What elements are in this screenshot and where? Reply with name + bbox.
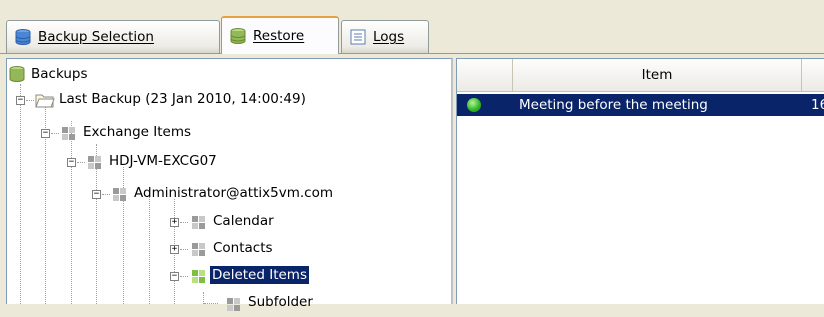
backup-tree[interactable]: Backups − Last Backup (23 Jan 2010, 14:0… [6, 58, 453, 311]
tab-strip: Backup Selection Restore Logs [0, 0, 824, 57]
column-header-status[interactable] [457, 59, 513, 92]
tree-item-backups[interactable]: Backups [29, 63, 90, 85]
collapse-icon[interactable]: − [92, 190, 101, 199]
tree-connector [102, 194, 110, 195]
tree-connector [26, 100, 34, 101]
green-status-icon [467, 98, 481, 112]
collapse-icon[interactable]: − [67, 158, 76, 167]
tree-connector [149, 189, 150, 304]
tree-connector [20, 84, 21, 304]
collapse-icon[interactable]: − [170, 272, 179, 281]
tree-connector [71, 121, 72, 304]
tree-label: Last Backup (23 Jan 2010, 14:00:49) [59, 91, 306, 107]
tree-connector [77, 162, 85, 163]
tab-logs[interactable]: Logs [341, 20, 429, 53]
tree-label: Subfolder [248, 294, 313, 310]
subfolder-icon [225, 295, 243, 313]
database-icon [14, 28, 32, 46]
tree-connector [180, 276, 188, 277]
tree-item-server[interactable]: HDJ-VM-EXCG07 [107, 150, 219, 172]
expand-icon[interactable]: + [170, 245, 179, 254]
tab-restore[interactable]: Restore [221, 16, 339, 54]
tree-label: Contacts [213, 240, 273, 256]
expand-icon[interactable]: + [170, 218, 179, 227]
calendar-folder-icon [190, 213, 208, 231]
item-cell: Meeting before the meeting [519, 97, 708, 113]
tree-label: Backups [31, 66, 88, 82]
column-header-item[interactable]: Item [513, 59, 802, 92]
folder-icon [35, 91, 55, 109]
tree-connector [180, 249, 188, 250]
log-document-icon [349, 28, 367, 46]
deleted-items-folder-icon [190, 267, 208, 285]
tree-item-calendar[interactable]: Calendar [211, 210, 276, 232]
tree-label: Deleted Items [210, 266, 309, 284]
tab-backup-selection[interactable]: Backup Selection [6, 20, 220, 53]
tree-connector [51, 133, 59, 134]
items-grid[interactable]: Item Meeting before the meeting 16 [456, 58, 824, 304]
collapse-icon[interactable]: − [41, 129, 50, 138]
tree-label: HDJ-VM-EXCG07 [109, 153, 217, 169]
tab-label: Restore [253, 28, 305, 44]
tree-item-last-backup[interactable]: Last Backup (23 Jan 2010, 14:00:49) [57, 88, 308, 110]
mailbox-icon [111, 185, 129, 203]
collapse-icon[interactable]: − [16, 96, 25, 105]
tree-item-mailbox[interactable]: Administrator@attix5vm.com [132, 182, 335, 204]
tree-item-subfolder[interactable]: Subfolder [246, 291, 315, 313]
tree-label: Exchange Items [83, 124, 192, 140]
tab-label: Backup Selection [38, 29, 154, 45]
tree-label: Calendar [213, 213, 274, 229]
tree-item-exchange-items[interactable]: Exchange Items [81, 121, 193, 143]
column-header-more[interactable] [802, 59, 824, 92]
tree-item-deleted-items[interactable]: Deleted Items [210, 264, 309, 286]
tab-label: Logs [373, 29, 405, 45]
extra-cell: 16 [811, 97, 824, 113]
exchange-server-icon [86, 153, 104, 171]
column-label: Item [641, 67, 673, 83]
tree-item-contacts[interactable]: Contacts [211, 237, 275, 259]
grid-header: Item [457, 59, 824, 93]
database-icon [8, 65, 26, 83]
contacts-folder-icon [190, 240, 208, 258]
database-restore-icon [229, 27, 247, 45]
table-row[interactable]: Meeting before the meeting 16 [457, 94, 824, 116]
tab-divider [0, 53, 824, 54]
tree-connector [180, 222, 188, 223]
exchange-icon [60, 124, 78, 142]
tree-label: Administrator@attix5vm.com [134, 185, 333, 201]
